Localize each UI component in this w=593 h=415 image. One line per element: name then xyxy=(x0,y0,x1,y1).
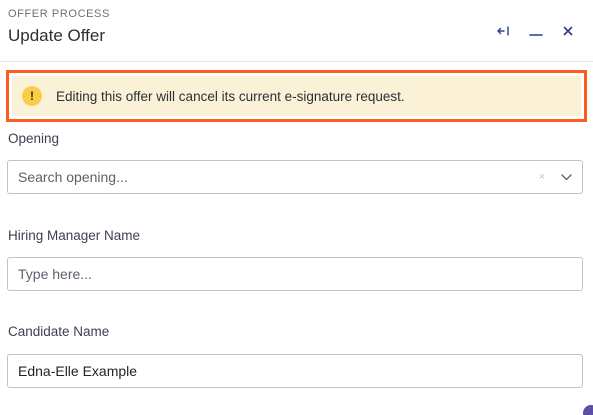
hiring-manager-label: Hiring Manager Name xyxy=(8,228,141,243)
candidate-name-value: Edna-Elle Example xyxy=(18,363,138,379)
page-title: Update Offer xyxy=(8,26,106,45)
process-eyebrow: OFFER PROCESS xyxy=(8,8,110,20)
collapse-button[interactable] xyxy=(495,22,513,40)
window-controls xyxy=(495,22,577,40)
opening-label: Opening xyxy=(8,131,60,146)
opening-select-controls: × xyxy=(539,161,572,193)
alert-message: Editing this offer will cancel its curre… xyxy=(56,88,405,104)
close-button[interactable] xyxy=(559,22,577,40)
collapse-arrow-icon xyxy=(497,26,509,36)
minimize-icon xyxy=(529,34,543,36)
candidate-name-input[interactable]: Edna-Elle Example xyxy=(7,354,583,388)
warning-alert: ! Editing this offer will cancel its cur… xyxy=(12,76,581,116)
opening-placeholder: Search opening... xyxy=(18,169,128,185)
hiring-manager-input[interactable]: Type here... xyxy=(7,257,583,291)
floating-launcher[interactable] xyxy=(583,405,593,415)
close-icon xyxy=(563,26,573,36)
panel-header: OFFER PROCESS Update Offer xyxy=(0,0,593,62)
update-offer-panel: OFFER PROCESS Update Offer ! Editing thi… xyxy=(0,0,593,415)
alert-highlight: ! Editing this offer will cancel its cur… xyxy=(6,70,587,122)
chevron-down-icon[interactable] xyxy=(561,173,572,181)
minimize-button[interactable] xyxy=(527,22,545,40)
warning-icon: ! xyxy=(22,86,42,106)
opening-select[interactable]: Search opening... × xyxy=(7,160,583,194)
clear-icon[interactable]: × xyxy=(539,171,545,183)
hiring-manager-placeholder: Type here... xyxy=(18,266,92,282)
candidate-label: Candidate Name xyxy=(8,324,110,339)
